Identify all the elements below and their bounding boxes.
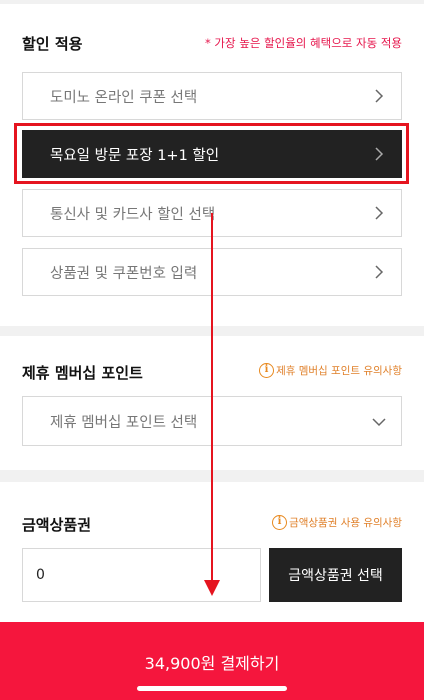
section-divider (0, 470, 424, 482)
giftcard-section-title: 금액상품권 (22, 516, 92, 534)
info-icon: i (259, 363, 275, 378)
discount-auto-apply-note: * 가장 높은 할인율의 혜택으로 자동 적용 (205, 36, 402, 50)
carrier-card-discount-select[interactable]: 통신사 및 카드사 할인 선택 (22, 189, 402, 237)
giftcard-amount-field[interactable]: 0 (22, 548, 261, 602)
carrier-card-label: 통신사 및 카드사 할인 선택 (50, 206, 216, 223)
pay-button-label: 34,900원 결제하기 (144, 654, 280, 673)
membership-notice-link[interactable]: i 제휴 멤버십 포인트 유의사항 (259, 363, 402, 378)
giftcard-coupon-number-input[interactable]: 상품권 및 쿠폰번호 입력 (22, 248, 402, 296)
chevron-down-icon (372, 418, 386, 427)
info-icon: i (272, 515, 288, 530)
online-coupon-label: 도미노 온라인 쿠폰 선택 (50, 89, 198, 106)
online-coupon-select[interactable]: 도미노 온라인 쿠폰 선택 (22, 72, 402, 120)
chevron-right-icon (375, 206, 384, 220)
chevron-right-icon (375, 265, 384, 279)
membership-section-title: 제휴 멤버십 포인트 (22, 364, 143, 382)
discount-section-title: 할인 적용 (22, 35, 83, 53)
giftcard-notice-label: 금액상품권 사용 유의사항 (289, 517, 402, 529)
home-indicator (137, 686, 287, 691)
giftcard-coupon-label: 상품권 및 쿠폰번호 입력 (50, 265, 198, 282)
membership-notice-label: 제휴 멤버십 포인트 유의사항 (276, 365, 402, 377)
membership-point-select[interactable]: 제휴 멤버십 포인트 선택 (22, 396, 402, 446)
section-divider (0, 326, 424, 336)
giftcard-notice-link[interactable]: i 금액상품권 사용 유의사항 (272, 515, 402, 530)
top-divider (0, 0, 424, 4)
giftcard-select-button[interactable]: 금액상품권 선택 (269, 548, 402, 602)
chevron-right-icon (375, 89, 384, 103)
selection-highlight-box (14, 123, 409, 184)
membership-select-label: 제휴 멤버십 포인트 선택 (50, 414, 198, 431)
